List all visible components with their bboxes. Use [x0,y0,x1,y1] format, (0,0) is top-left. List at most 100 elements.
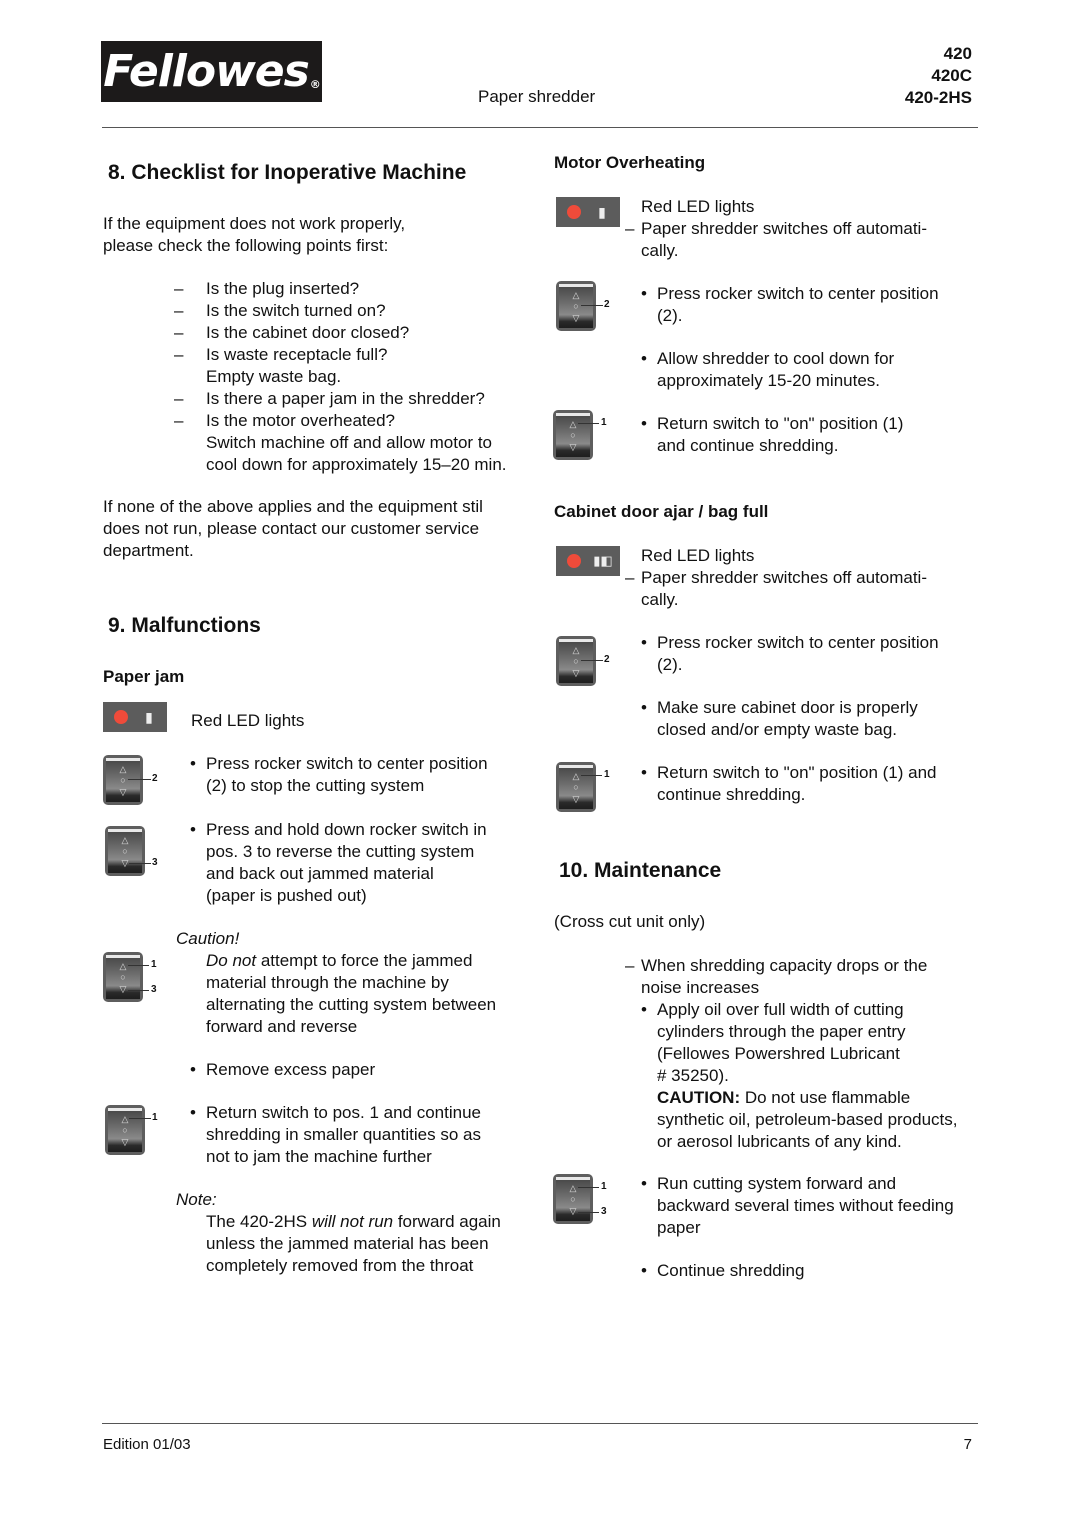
section-8-intro: If the equipment does not work properly,… [103,213,405,257]
step-text: pos. 3 to reverse the cutting system [206,842,475,861]
model-list: 420 420C 420-2HS [905,43,972,109]
bullet-marker: • [641,284,647,303]
cabinet-door-heading: Cabinet door ajar / bag full [554,502,769,521]
step-text: Run cutting system forward and [657,1174,897,1193]
step-text: Press rocker switch to center position [206,754,488,773]
dash-marker: – [174,301,184,320]
switch-position-label: 1 [151,959,157,970]
section-8-title: 8. Checklist for Inoperative Machine [108,161,467,184]
checklist-item: – Is the plug inserted? [174,278,536,300]
led-panel-motor-icon: ▮ [556,197,620,227]
step-text: # 35250). [657,1066,729,1085]
step-text: not to jam the machine further [206,1147,432,1166]
step-text: Return switch to "on" position (1) [657,414,904,433]
dash-marker: – [174,279,184,298]
step-text: (2). [657,655,683,674]
checklist-text: Switch machine off and allow motor to [206,433,492,452]
checklist-item: – Is the cabinet door closed? [174,322,536,344]
caution-line: alternating the cutting system between [206,995,497,1014]
oil-step: • Apply oil over full width of cutting c… [641,999,987,1153]
bullet-marker: • [641,698,647,717]
switch-position-label: 2 [604,299,610,310]
maintenance-scope: (Cross cut unit only) [554,912,706,931]
step-text: cylinders through the paper entry [657,1022,906,1041]
motor-step: • Press rocker switch to center position (… [641,283,939,327]
bullet-marker: • [641,349,647,368]
red-led-icon [567,205,581,219]
caution-emphasis: Do not [206,951,257,970]
caution-line: attempt to force the jammed [256,951,473,970]
checklist-text: Is the plug inserted? [206,279,360,298]
motor-icon: ▮ [145,709,153,725]
checklist-text: Is the motor overheated? [206,411,396,430]
step-text: (2). [657,306,683,325]
page-number: 7 [963,1436,972,1453]
checklist-item: – Is waste receptacle full? Empty waste ba… [174,344,536,388]
dash-marker: – [174,389,184,408]
switch-position-label: 1 [604,769,610,780]
switch-position-label: 3 [601,1206,607,1217]
model-number: 420C [931,66,972,85]
rocker-switch-icon: △ ○ ▽ 2 [103,755,158,805]
note-text: The 420-2HS will not run forward again u… [206,1211,501,1277]
paper-jam-step: • Press and hold down rocker switch in pos… [190,819,487,907]
checklist-text: Is there a paper jam in the shredder? [206,389,485,408]
led-description: – Paper shredder switches off automati-ca… [625,218,927,262]
switch-position-label: 1 [601,1181,607,1192]
model-number: 420-2HS [904,88,972,107]
header-rule [102,127,978,128]
caution-text: Do not attempt to force the jammed mater… [206,950,496,1038]
bullet-marker: • [641,414,647,433]
led-description: – Paper shredder switches off automati-ca… [625,567,927,611]
step-text: (Fellowes Powershred Lubricant [657,1044,900,1063]
dash-marker: – [174,345,184,364]
bullet-marker: • [190,1060,196,1079]
led-status-text: Red LED lights [641,546,755,565]
checklist-text: Is the cabinet door closed? [206,323,410,342]
bullet-marker: • [641,633,647,652]
step-text: paper [657,1218,701,1237]
checklist-item: – Is there a paper jam in the shredder? [174,388,536,410]
dash-marker: – [174,323,184,342]
bullet-marker: • [641,763,647,782]
description-line: cally. [641,241,679,260]
outro-line: department. [103,541,194,560]
led-status-text: Red LED lights [191,711,305,730]
led-status-text: Red LED lights [641,197,755,216]
switch-position-label: 3 [152,857,158,868]
checklist-text: cool down for approximately 15–20 min. [206,455,507,474]
step-text: continue shredding. [657,785,806,804]
motor-step: • Allow shredder to cool down for approxim… [641,348,895,392]
dash-marker: – [625,956,635,975]
step-text: Continue shredding [657,1261,805,1280]
red-led-icon [114,710,128,724]
paper-jam-heading: Paper jam [103,667,185,686]
step-text: Return switch to "on" position (1) and [657,763,937,782]
maintenance-condition: – When shredding capacity drops or the noi… [625,955,927,999]
switch-position-label: 3 [151,984,157,995]
note-line: The 420-2HS [206,1212,312,1231]
step-text: Press rocker switch to center position [657,633,939,652]
switch-position-label: 2 [604,654,610,665]
dash-marker: – [174,411,184,430]
note-line: forward again [393,1212,501,1231]
caution-line: or aerosol lubricants of any kind. [657,1132,902,1151]
step-text: (2) to stop the cutting system [206,776,425,795]
switch-position-label: 1 [601,417,607,428]
run-step: • Run cutting system forward and backward … [641,1173,954,1239]
bullet-marker: • [190,1103,196,1122]
description-line: Paper shredder switches off automati- [641,219,927,238]
paper-jam-step: • Press rocker switch to center position (… [190,753,488,797]
step-text: Apply oil over full width of cutting [657,1000,904,1019]
checklist-item: – Is the motor overheated? Switch machine … [174,410,536,476]
step-text: Allow shredder to cool down for [657,349,895,368]
step-text: shredding in smaller quantities so as [206,1125,481,1144]
cabinet-step: • Press rocker switch to center position (… [641,632,939,676]
section-9-title: 9. Malfunctions [108,614,261,637]
cabinet-step: • Make sure cabinet door is properly close… [641,697,918,741]
note-line: completely removed from the throat [206,1256,474,1275]
caution-label: CAUTION: [657,1088,741,1107]
fellowes-logo: Fellowes® [101,41,322,102]
rocker-switch-icon: △ ○ ▽ 2 [556,281,610,331]
led-panel-door-icon: ▮◧ [556,546,620,576]
